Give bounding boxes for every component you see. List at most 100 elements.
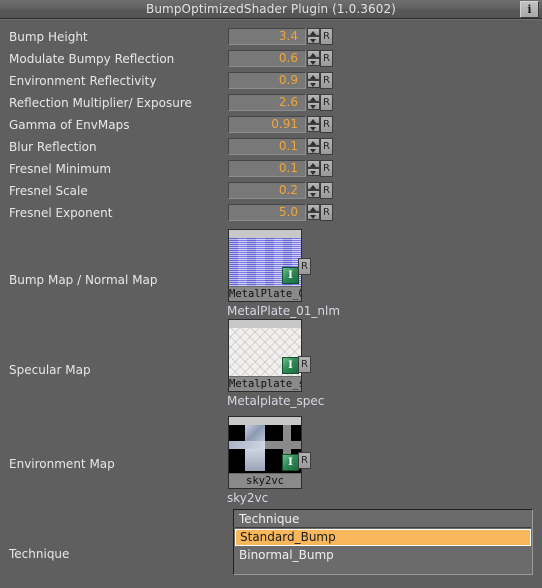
spinner-up-icon[interactable]: [307, 116, 320, 124]
spinner-up-icon[interactable]: [307, 94, 320, 102]
spinner-down-icon[interactable]: [307, 146, 320, 154]
param-label: Fresnel Exponent: [9, 206, 113, 220]
param-value: 0.1: [278, 161, 298, 175]
param-value: 0.2: [278, 183, 298, 197]
map-label: Environment Map: [9, 457, 115, 471]
param-reset-button[interactable]: R: [320, 94, 333, 111]
param-reset-button[interactable]: R: [320, 50, 333, 67]
spinner-down-icon[interactable]: [307, 212, 320, 220]
param-spinner[interactable]: [307, 138, 320, 155]
param-reset-button[interactable]: R: [320, 28, 333, 45]
specular-map-name: Metalplate_spec: [227, 394, 325, 408]
param-value-field[interactable]: 0.9: [228, 72, 306, 89]
param-value: 3.4: [278, 29, 298, 43]
technique-row: Technique Technique Standard_Bump Binorm…: [0, 509, 542, 588]
param-label: Fresnel Minimum: [9, 162, 112, 176]
param-spinner[interactable]: [307, 28, 320, 45]
plugin-panel: Bump Height 3.4 R Modulate Bumpy Reflect…: [0, 19, 542, 588]
param-label: Blur Reflection: [9, 140, 97, 154]
technique-listbox[interactable]: Technique Standard_Bump Binormal_Bump: [233, 509, 533, 575]
spinner-down-icon[interactable]: [307, 80, 320, 88]
thumbnail-caption: MetalPlate_0: [229, 286, 301, 301]
param-value-field[interactable]: 0.91: [228, 116, 306, 133]
param-value: 0.9: [278, 73, 298, 87]
spinner-up-icon[interactable]: [307, 50, 320, 58]
param-value: 0.6: [278, 51, 298, 65]
param-value: 0.91: [271, 117, 298, 131]
specular-map-thumbnail[interactable]: I Metalplate_s: [228, 319, 302, 392]
spinner-up-icon[interactable]: [307, 28, 320, 36]
param-reset-button[interactable]: R: [320, 116, 333, 133]
param-row-environment-reflectivity: Environment Reflectivity 0.9 R: [0, 70, 542, 92]
map-label: Specular Map: [9, 363, 91, 377]
param-value: 5.0: [278, 205, 298, 219]
shader-plugin-window: BumpOptimizedShader Plugin (1.0.3602) i …: [0, 0, 542, 588]
param-row-gamma-of-envmaps: Gamma of EnvMaps 0.91 R: [0, 114, 542, 136]
environment-map-thumbnail[interactable]: I sky2vc: [228, 416, 302, 489]
specular-map-reset-button[interactable]: R: [298, 356, 311, 373]
bump-map-name: MetalPlate_01_nlm: [227, 304, 341, 318]
spinner-down-icon[interactable]: [307, 36, 320, 44]
map-label: Bump Map / Normal Map: [9, 273, 158, 287]
map-instance-badge-icon: I: [282, 267, 299, 284]
spinner-up-icon[interactable]: [307, 160, 320, 168]
param-value-field[interactable]: 0.6: [228, 50, 306, 67]
param-value-field[interactable]: 2.6: [228, 94, 306, 111]
technique-option-standard-bump[interactable]: Standard_Bump: [235, 529, 531, 546]
param-spinner[interactable]: [307, 204, 320, 221]
window-title: BumpOptimizedShader Plugin (1.0.3602): [146, 2, 396, 16]
map-instance-badge-icon: I: [282, 454, 299, 471]
param-value-field[interactable]: 0.2: [228, 182, 306, 199]
param-spinner[interactable]: [307, 160, 320, 177]
param-row-fresnel-exponent: Fresnel Exponent 5.0 R: [0, 202, 542, 224]
param-row-blur-reflection: Blur Reflection 0.1 R: [0, 136, 542, 158]
param-spinner[interactable]: [307, 94, 320, 111]
param-value: 0.1: [278, 139, 298, 153]
spinner-up-icon[interactable]: [307, 204, 320, 212]
param-value-field[interactable]: 0.1: [228, 160, 306, 177]
map-row-environment: Environment Map I sky2vc R sky2vc: [0, 416, 542, 508]
environment-map-name: sky2vc: [227, 491, 269, 505]
param-row-bump-height: Bump Height 3.4 R: [0, 26, 542, 48]
param-spinner[interactable]: [307, 116, 320, 133]
spinner-down-icon[interactable]: [307, 58, 320, 66]
param-spinner[interactable]: [307, 72, 320, 89]
param-reset-button[interactable]: R: [320, 72, 333, 89]
technique-label: Technique: [9, 547, 70, 561]
param-label: Fresnel Scale: [9, 184, 88, 198]
param-value-field[interactable]: 5.0: [228, 204, 306, 221]
technique-list-header: Technique: [235, 511, 531, 528]
thumbnail-caption: sky2vc: [229, 473, 301, 488]
bump-map-thumbnail[interactable]: I MetalPlate_0: [228, 229, 302, 302]
param-label: Bump Height: [9, 30, 88, 44]
param-row-modulate-bumpy-reflection: Modulate Bumpy Reflection 0.6 R: [0, 48, 542, 70]
param-spinner[interactable]: [307, 50, 320, 67]
environment-map-reset-button[interactable]: R: [298, 452, 311, 469]
bump-map-reset-button[interactable]: R: [298, 258, 311, 275]
param-value-field[interactable]: 0.1: [228, 138, 306, 155]
param-value-field[interactable]: 3.4: [228, 28, 306, 45]
param-reset-button[interactable]: R: [320, 182, 333, 199]
technique-option-binormal-bump[interactable]: Binormal_Bump: [235, 547, 531, 564]
thumbnail-caption: Metalplate_s: [229, 376, 301, 391]
param-reset-button[interactable]: R: [320, 138, 333, 155]
spinner-up-icon[interactable]: [307, 138, 320, 146]
param-row-fresnel-minimum: Fresnel Minimum 0.1 R: [0, 158, 542, 180]
spinner-down-icon[interactable]: [307, 124, 320, 132]
map-row-specular: Specular Map I Metalplate_s R Metalplate…: [0, 319, 542, 411]
spinner-down-icon[interactable]: [307, 102, 320, 110]
param-value: 2.6: [278, 95, 298, 109]
param-spinner[interactable]: [307, 182, 320, 199]
param-reset-button[interactable]: R: [320, 204, 333, 221]
spinner-down-icon[interactable]: [307, 168, 320, 176]
param-reset-button[interactable]: R: [320, 160, 333, 177]
param-row-reflection-multiplier-exposure: Reflection Multiplier/ Exposure 2.6 R: [0, 92, 542, 114]
spinner-down-icon[interactable]: [307, 190, 320, 198]
spinner-up-icon[interactable]: [307, 72, 320, 80]
info-icon[interactable]: i: [520, 1, 539, 18]
param-label: Gamma of EnvMaps: [9, 118, 130, 132]
window-titlebar: BumpOptimizedShader Plugin (1.0.3602) i: [0, 0, 542, 19]
param-label: Modulate Bumpy Reflection: [9, 52, 175, 66]
spinner-up-icon[interactable]: [307, 182, 320, 190]
param-row-fresnel-scale: Fresnel Scale 0.2 R: [0, 180, 542, 202]
